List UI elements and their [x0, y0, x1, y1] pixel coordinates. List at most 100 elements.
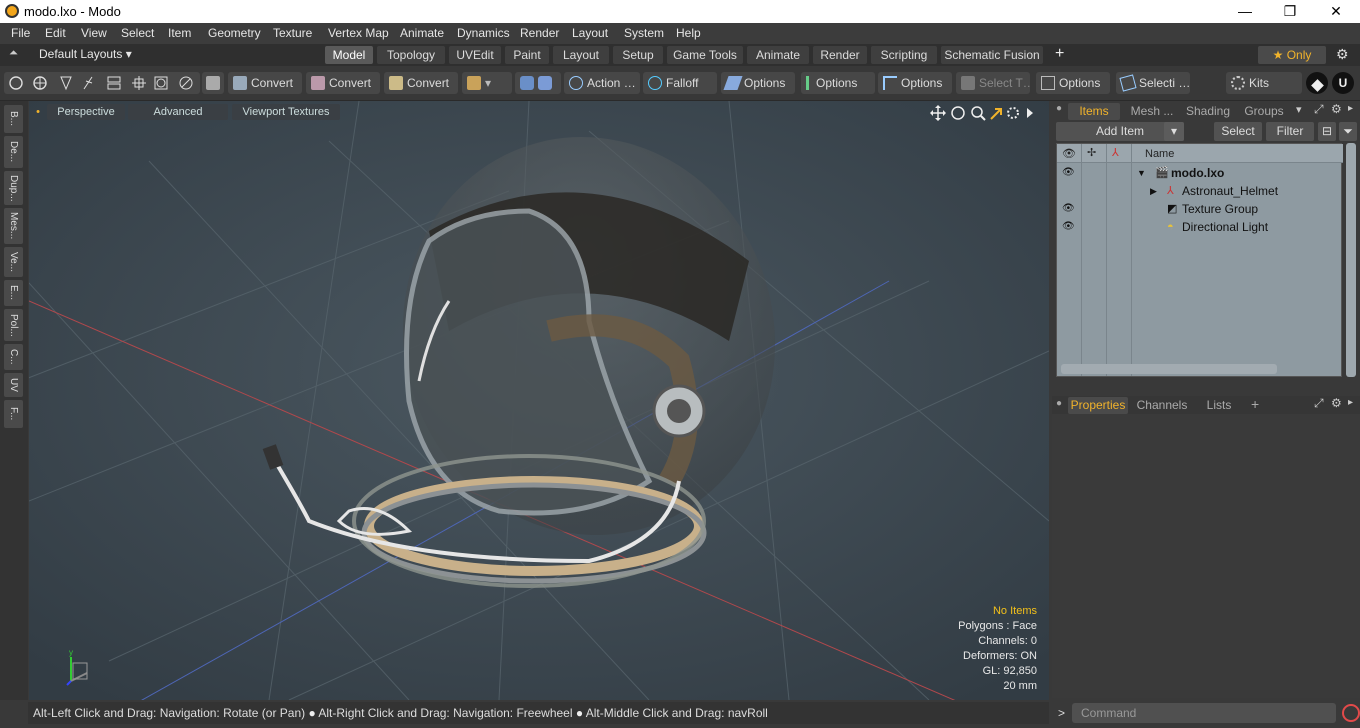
- menu-texture[interactable]: Texture: [273, 26, 312, 40]
- menu-dynamics[interactable]: Dynamics: [457, 26, 510, 40]
- vertical-scrollbar[interactable]: [1346, 143, 1356, 377]
- menu-edit[interactable]: Edit: [45, 26, 66, 40]
- list-item[interactable]: 👁 ▼ 🎬 modo.lxo: [1057, 164, 1343, 182]
- eye-icon[interactable]: 👁: [1062, 200, 1075, 218]
- advanced-dropdown[interactable]: Advanced: [128, 104, 228, 120]
- tab-lists[interactable]: Lists: [1198, 397, 1240, 414]
- tab-animate[interactable]: Animate: [747, 46, 809, 64]
- menu-help[interactable]: Help: [676, 26, 701, 40]
- menu-item[interactable]: Item: [168, 26, 191, 40]
- left-tab-fusion[interactable]: F...: [4, 400, 23, 428]
- menu-geometry[interactable]: Geometry: [208, 26, 261, 40]
- expand-triangle-icon[interactable]: ▼: [1137, 164, 1146, 182]
- tab-render[interactable]: Render: [813, 46, 867, 64]
- left-tab-mesh[interactable]: Mes...: [4, 208, 23, 244]
- left-tab-curve[interactable]: C...: [4, 344, 23, 370]
- tab-scripting[interactable]: Scripting: [871, 46, 937, 64]
- convert-button-1[interactable]: Convert: [228, 72, 302, 94]
- viewport-nav-icons[interactable]: [929, 104, 1039, 122]
- symmetry-buttons[interactable]: [515, 72, 561, 94]
- left-tab-polygon[interactable]: Pol...: [4, 309, 23, 341]
- add-tab-button[interactable]: +: [1055, 45, 1064, 63]
- default-layouts-dropdown[interactable]: Default Layouts ▾: [39, 47, 132, 61]
- options-button-4[interactable]: Options: [1036, 72, 1110, 94]
- minimize-button[interactable]: —: [1222, 0, 1268, 23]
- expand-icon[interactable]: ⤢: [1314, 102, 1324, 117]
- convert-button-2[interactable]: Convert: [306, 72, 380, 94]
- menu-layout[interactable]: Layout: [572, 26, 608, 40]
- title-bar: modo.lxo - Modo — ❐ ✕: [0, 0, 1360, 23]
- close-button[interactable]: ✕: [1313, 0, 1359, 23]
- options-button-2[interactable]: Options: [801, 72, 875, 94]
- list-item[interactable]: 👁 ◩ Texture Group: [1057, 200, 1343, 218]
- tab-setup[interactable]: Setup: [613, 46, 663, 64]
- left-tab-uv[interactable]: UV: [4, 373, 23, 397]
- list-item[interactable]: 👁 ◓ Directional Light: [1057, 218, 1343, 236]
- tab-paint[interactable]: Paint: [505, 46, 549, 64]
- command-input[interactable]: Command: [1072, 703, 1336, 723]
- menu-vertex-map[interactable]: Vertex Map: [328, 26, 389, 40]
- panel-arrow-icon[interactable]: ▸: [1348, 397, 1353, 408]
- maximize-button[interactable]: ❐: [1267, 0, 1313, 23]
- tab-layout[interactable]: Layout: [553, 46, 609, 64]
- left-tab-edge[interactable]: E...: [4, 280, 23, 306]
- expand-icon[interactable]: ⤢: [1314, 396, 1324, 411]
- tabs-overflow-chevron-icon[interactable]: ▾: [1296, 103, 1302, 116]
- filter-button[interactable]: Filter: [1266, 122, 1314, 141]
- tab-uvedit[interactable]: UVEdit: [449, 46, 501, 64]
- menu-select[interactable]: Select: [121, 26, 154, 40]
- left-tab-deform[interactable]: De...: [4, 136, 23, 168]
- only-toggle[interactable]: ★ Only: [1258, 46, 1326, 64]
- left-tab-duplicate[interactable]: Dup...: [4, 171, 23, 205]
- left-tab-vertex[interactable]: Ve...: [4, 247, 23, 277]
- tab-topology[interactable]: Topology: [377, 46, 445, 64]
- menu-view[interactable]: View: [81, 26, 107, 40]
- panel-arrow-icon[interactable]: ▸: [1348, 103, 1353, 114]
- eye-icon[interactable]: 👁: [1062, 218, 1075, 236]
- select-button[interactable]: Select: [1214, 122, 1262, 141]
- item-mode-button[interactable]: [202, 72, 224, 94]
- funnel-icon[interactable]: ⏷: [1339, 122, 1357, 141]
- collapse-icon[interactable]: ⊟: [1318, 122, 1336, 141]
- menu-render[interactable]: Render: [520, 26, 559, 40]
- status-bar: Alt-Left Click and Drag: Navigation: Rot…: [28, 702, 1049, 724]
- tab-properties[interactable]: Properties: [1068, 397, 1128, 414]
- selection-sets-button[interactable]: Selecti …: [1116, 72, 1190, 94]
- collapse-arrow-icon[interactable]: ⏶: [9, 47, 18, 60]
- menu-file[interactable]: File: [11, 26, 30, 40]
- tab-channels[interactable]: Channels: [1134, 397, 1190, 414]
- 3d-viewport[interactable]: • Perspective Advanced Viewport Textures…: [29, 101, 1049, 700]
- tab-model[interactable]: Model: [325, 46, 373, 64]
- tab-shading[interactable]: Shading: [1182, 103, 1234, 120]
- tab-mesh[interactable]: Mesh ...: [1124, 103, 1180, 120]
- unity-button[interactable]: [1306, 72, 1328, 94]
- falloff-button[interactable]: Falloff: [643, 72, 717, 94]
- kits-button[interactable]: Kits: [1226, 72, 1302, 94]
- add-properties-tab-button[interactable]: +: [1251, 396, 1259, 412]
- viewport-textures-dropdown[interactable]: Viewport Textures: [232, 104, 340, 120]
- add-item-chevron-down-icon[interactable]: ▾: [1164, 122, 1184, 141]
- left-tab-basic[interactable]: B...: [4, 105, 23, 133]
- layout-gear-icon[interactable]: ⚙: [1336, 46, 1349, 63]
- collapsed-triangle-icon[interactable]: ▶: [1150, 182, 1157, 200]
- record-macro-icon[interactable]: [1342, 704, 1360, 722]
- options-button-1[interactable]: Options: [721, 72, 795, 94]
- panel-gear-icon[interactable]: ⚙: [1331, 396, 1342, 410]
- select-through-button[interactable]: Select T…: [956, 72, 1030, 94]
- options-button-3[interactable]: Options: [878, 72, 952, 94]
- tab-items[interactable]: Items: [1068, 103, 1120, 120]
- tab-schematic-fusion[interactable]: Schematic Fusion: [941, 46, 1043, 64]
- tab-game-tools[interactable]: Game Tools: [667, 46, 743, 64]
- panel-gear-icon[interactable]: ⚙: [1331, 102, 1342, 116]
- action-center-button[interactable]: Action …: [564, 72, 640, 94]
- perspective-dropdown[interactable]: Perspective: [47, 104, 125, 120]
- convert-button-3[interactable]: Convert: [384, 72, 458, 94]
- list-item[interactable]: ▶ ⅄ Astronaut_Helmet: [1057, 182, 1343, 200]
- tab-groups[interactable]: Groups: [1238, 103, 1290, 120]
- eye-icon[interactable]: 👁: [1062, 164, 1075, 182]
- menu-system[interactable]: System: [624, 26, 664, 40]
- menu-animate[interactable]: Animate: [400, 26, 444, 40]
- material-dropdown[interactable]: ▾: [462, 72, 512, 94]
- horizontal-scrollbar[interactable]: [1061, 364, 1277, 374]
- unreal-button[interactable]: U: [1332, 72, 1354, 94]
